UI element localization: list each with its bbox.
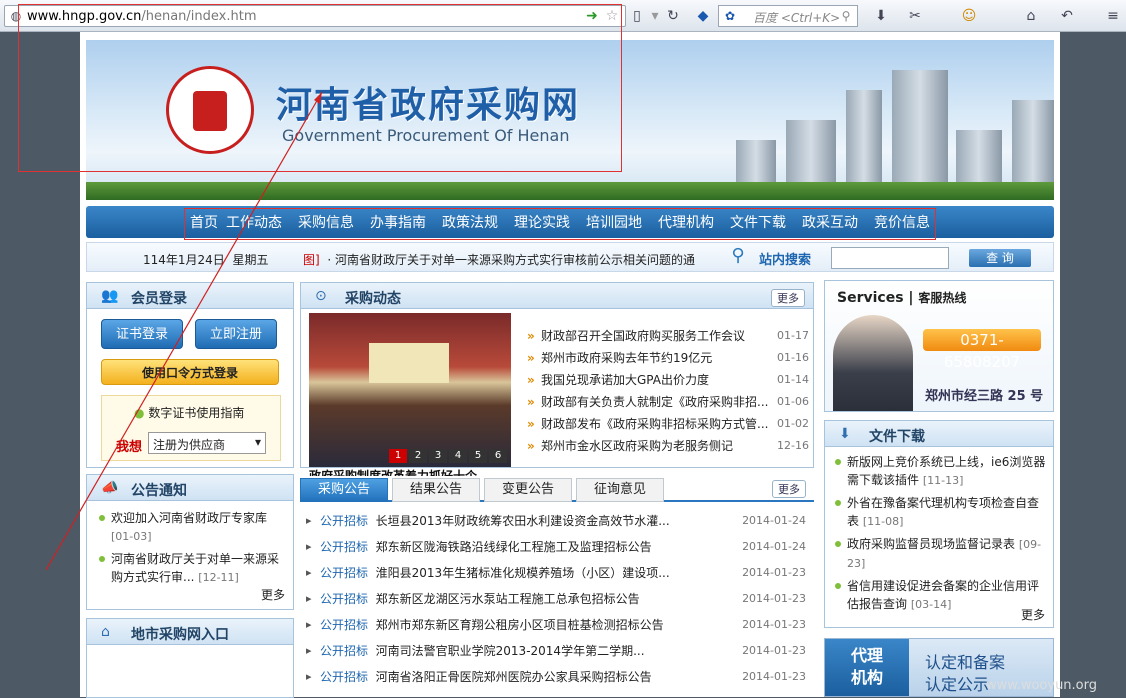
watermark-text: www.wooyun.org bbox=[986, 678, 1098, 693]
annotation-arrow bbox=[45, 91, 323, 571]
